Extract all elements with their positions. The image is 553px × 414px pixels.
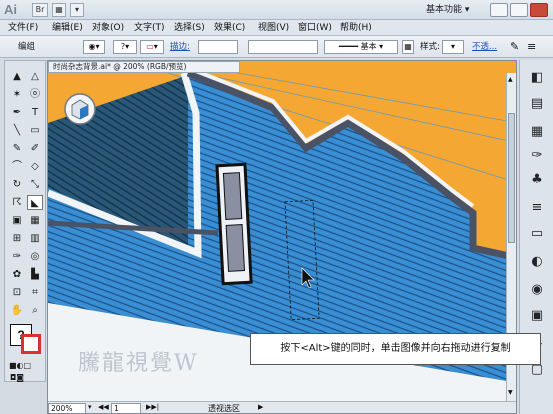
minimize-button[interactable] [490,3,508,17]
menu-bar: 文件(F) 编辑(E) 对象(O) 文字(T) 选择(S) 效果(C) 视图(V… [0,20,553,36]
status-text: 透视选区 [208,404,240,413]
next-artboard-icon[interactable]: ▶▶| [146,403,159,411]
eyedropper-icon[interactable]: ✑ [9,249,25,264]
graphic-style-label: 样式: [420,42,440,52]
menu-view[interactable]: 视图(V) [258,21,289,35]
mesh-tool-icon[interactable]: ⊞ [9,231,25,246]
status-menu-icon[interactable]: ▶ [258,403,263,411]
menu-type[interactable]: 文字(T) [134,21,165,35]
menu-file[interactable]: 文件(F) [8,21,38,35]
zoom-field[interactable]: 200% [48,403,86,413]
dropdown-icon[interactable]: ▾ [70,3,84,17]
status-bar: 200% ▾ ◀◀ 1 ▶▶| 透视选区 ▶ [48,401,516,413]
first-artboard-icon[interactable]: ◀◀ [98,403,109,411]
color-panel-icon[interactable]: ◧ [529,70,545,86]
stroke-swatch[interactable] [21,334,41,354]
pencil-icon[interactable]: ✐ [27,141,43,156]
shape-builder-icon[interactable]: ▣ [9,213,25,228]
rotate-tool-icon[interactable]: ↻ [9,177,25,192]
restore-button[interactable] [510,3,528,17]
fill-color-swatch[interactable]: ◉▾ [83,40,105,54]
type-tool-icon[interactable]: T [27,105,43,120]
panel-menu-icon[interactable]: ≡ [527,40,536,54]
watermark: 騰龍視覺W [78,351,199,376]
scale-tool-icon[interactable]: ⤡ [27,177,43,192]
symbols-icon[interactable]: ♣ [529,172,545,188]
blob-brush-icon[interactable]: ⌒ [9,159,25,174]
selection-tool-icon[interactable]: ▲ [9,69,25,84]
workspace-switcher[interactable]: 基本功能 ▾ [426,3,488,17]
eraser-icon[interactable]: ◇ [27,159,43,174]
brush-style-label: 基本 [360,42,377,51]
direct-selection-tool-icon[interactable]: △ [27,69,43,84]
drawing-mode-icon[interactable]: ◘◙ [9,370,25,385]
rectangle-tool-icon[interactable]: ▭ [27,123,43,138]
pen-tool-icon[interactable]: ✒ [9,105,25,120]
symbol-sprayer-icon[interactable]: ✿ [9,267,25,282]
menu-object[interactable]: 对象(O) [92,21,124,35]
brush-definition[interactable]: ━━━━ 基本 ▾ [324,40,398,54]
zoom-tool-icon[interactable]: ⌕ [27,303,43,318]
lasso-icon[interactable]: ⓞ [27,87,43,102]
stroke-link[interactable]: 描边: [170,40,190,54]
perspective-selection-tool-icon[interactable]: ◣ [27,195,43,210]
zoom-dropdown-icon[interactable]: ▾ [88,403,92,411]
magic-wand-icon[interactable]: ✶ [9,87,25,102]
stroke-weight-field[interactable] [198,40,238,54]
menu-window[interactable]: 窗口(W) [298,21,332,35]
opacity-link[interactable]: 不透... [472,40,497,54]
bridge-button[interactable]: Br [32,3,48,17]
gradient-tool-icon[interactable]: ▥ [27,231,43,246]
stroke-panel-icon[interactable]: ≡ [529,200,545,216]
brushes-icon[interactable]: ✑ [529,148,545,164]
arrange-icon[interactable]: ▦ [52,3,66,17]
perspective-grid-icon[interactable]: ▦ [27,213,43,228]
scroll-down-icon[interactable]: ▼ [508,389,515,396]
title-bar: Ai Br ▦ ▾ 基本功能 ▾ [0,0,553,20]
paintbrush-icon[interactable]: ✎ [9,141,25,156]
menu-select[interactable]: 选择(S) [174,21,205,35]
menu-edit[interactable]: 编辑(E) [52,21,83,35]
scroll-up-icon[interactable]: ▲ [508,76,515,83]
vertical-scroll-thumb[interactable] [508,113,515,243]
artboard-tool-icon[interactable]: ⊡ [9,285,25,300]
variable-width-profile[interactable] [248,40,318,54]
graphic-styles-icon[interactable]: ▣ [529,308,545,324]
document-setup-icon[interactable]: ✎ [510,40,519,54]
workspace-label: 基本功能 [426,5,463,15]
appearance-icon[interactable]: ◉ [529,282,545,298]
app-logo: Ai [4,2,17,17]
hand-tool-icon[interactable]: ✋ [9,303,25,318]
fill-picker[interactable]: ?▾ [113,40,137,54]
stroke-color-swatch[interactable]: ▭▾ [140,40,164,54]
tools-panel: ▲ △ ✶ ⓞ ✒ T ╲ ▭ ✎ ✐ ⌒ ◇ ↻ ⤡ ☈ ◣ ▣ ▦ ⊞ ▥ … [4,60,46,382]
menu-help[interactable]: 帮助(H) [340,21,372,35]
menu-effect[interactable]: 效果(C) [214,21,245,35]
warp-tool-icon[interactable]: ☈ [9,195,25,210]
document-tab[interactable]: 时尚杂志背景.ai* @ 200% (RGB/预览) [48,61,240,73]
opacity-options-icon[interactable]: ▦ [402,40,414,54]
artboard-number-field[interactable]: 1 [111,403,141,413]
transparency-icon[interactable]: ◐ [529,254,545,270]
blend-tool-icon[interactable]: ◎ [27,249,43,264]
color-guide-icon[interactable]: ▤ [529,96,545,112]
graph-tool-icon[interactable]: ▙ [27,267,43,282]
instruction-caption: 按下<Alt>键的同时，单击图像并向右拖动进行复制 [250,333,541,365]
control-bar: 编组 ◉▾ ?▾ ▭▾ 描边: ━━━━ 基本 ▾ ▦ 样式: ▾ 不透... … [0,36,553,58]
close-button[interactable] [530,3,548,17]
graphic-style-picker[interactable]: ▾ [442,40,464,54]
slice-tool-icon[interactable]: ⌗ [27,285,43,300]
selection-type-label: 编组 [18,42,36,52]
line-tool-icon[interactable]: ╲ [9,123,25,138]
gradient-panel-icon[interactable]: ▭ [529,226,545,242]
swatches-icon[interactable]: ▦ [529,124,545,140]
